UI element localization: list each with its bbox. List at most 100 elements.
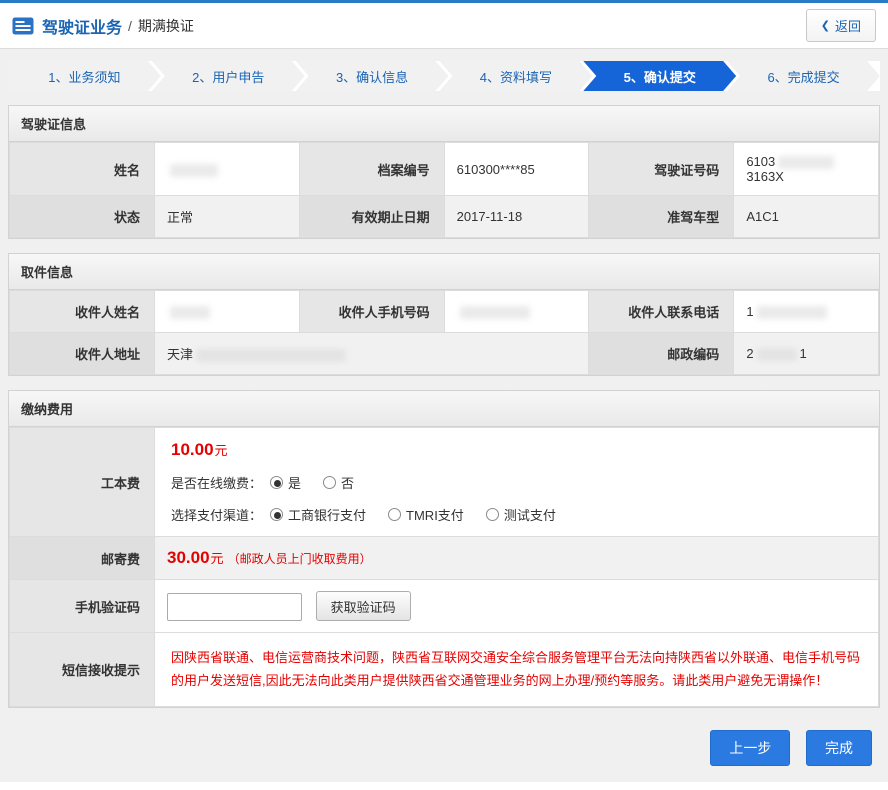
channel-icbc-label: 工商银行支付 xyxy=(288,505,366,524)
step-wizard: 1、业务须知 2、用户申告 3、确认信息 4、资料填写 5、确认提交 6、完成提… xyxy=(8,61,880,91)
production-fee-cell: 10.00元 是否在线缴费： 是 否 选择支付渠道： xyxy=(155,428,879,537)
step-tab-4-fill-info[interactable]: 4、资料填写 xyxy=(439,61,592,91)
redacted-text xyxy=(170,306,210,319)
radio-checked-icon xyxy=(270,508,283,521)
page-header: 驾驶证业务 / 期满换证 ❮ 返回 xyxy=(0,3,888,49)
table-row: 邮寄费 30.00元（邮政人员上门收取费用） xyxy=(10,537,879,580)
channel-test-radio[interactable]: 测试支付 xyxy=(486,505,556,524)
step-tab-6-complete[interactable]: 6、完成提交 xyxy=(727,61,880,91)
radio-checked-icon xyxy=(270,476,283,489)
recipient-address-prefix: 天津 xyxy=(167,347,193,362)
license-info-card: 驾驶证信息 姓名 档案编号 610300****85 驾驶证号码 6103316… xyxy=(8,105,880,239)
captcha-label: 手机验证码 xyxy=(10,580,155,633)
sms-notice-label: 短信接收提示 xyxy=(10,633,155,707)
back-button[interactable]: ❮ 返回 xyxy=(806,9,876,42)
online-pay-no-label: 否 xyxy=(341,473,354,492)
captcha-input[interactable] xyxy=(167,593,302,621)
status-value: 正常 xyxy=(155,196,300,238)
mail-fee-unit: 元 xyxy=(211,551,224,566)
table-row: 手机验证码 获取验证码 xyxy=(10,580,879,633)
status-label: 状态 xyxy=(10,196,155,238)
step-tab-3-confirm-info[interactable]: 3、确认信息 xyxy=(296,61,449,91)
license-number-value: 61033163X xyxy=(734,143,879,196)
channel-tmri-radio[interactable]: TMRI支付 xyxy=(388,505,464,524)
license-number-label: 驾驶证号码 xyxy=(589,143,734,196)
step-tab-1-notice[interactable]: 1、业务须知 xyxy=(8,61,161,91)
vehicle-class-label: 准驾车型 xyxy=(589,196,734,238)
redacted-text xyxy=(757,348,797,361)
complete-button[interactable]: 完成 xyxy=(806,730,872,766)
table-row: 短信接收提示 因陕西省联通、电信运营商技术问题，陕西省互联网交通安全综合服务管理… xyxy=(10,633,879,707)
page-subtitle: 期满换证 xyxy=(138,16,194,36)
license-number-suffix: 3163X xyxy=(746,169,784,184)
step-tab-5-confirm-submit[interactable]: 5、确认提交 xyxy=(583,61,736,91)
step-tab-2-declaration[interactable]: 2、用户申告 xyxy=(152,61,305,91)
postal-code-prefix: 2 xyxy=(746,346,753,361)
online-pay-yes-radio[interactable]: 是 xyxy=(270,473,301,492)
mail-fee-label: 邮寄费 xyxy=(10,537,155,580)
redacted-text xyxy=(757,306,827,319)
recipient-name-label: 收件人姓名 xyxy=(10,291,155,333)
recipient-phone-value: 1 xyxy=(734,291,879,333)
step-label: 2、用户申告 xyxy=(192,67,264,86)
table-row: 工本费 10.00元 是否在线缴费： 是 否 选 xyxy=(10,428,879,537)
sms-notice-text: 因陕西省联通、电信运营商技术问题，陕西省互联网交通安全综合服务管理平台无法向持陕… xyxy=(167,644,866,695)
footer-actions: 上一步 完成 xyxy=(0,722,888,766)
captcha-cell: 获取验证码 xyxy=(155,580,879,633)
step-label: 6、完成提交 xyxy=(767,67,839,86)
license-number-prefix: 6103 xyxy=(746,154,775,169)
channel-test-label: 测试支付 xyxy=(504,505,556,524)
online-pay-question: 是否在线缴费： xyxy=(171,473,262,492)
payment-channel-row: 选择支付渠道： 工商银行支付 TMRI支付 测试支付 xyxy=(171,505,862,524)
file-number-label: 档案编号 xyxy=(299,143,444,196)
recipient-address-value: 天津 xyxy=(155,333,589,375)
redacted-text xyxy=(170,164,218,177)
online-pay-yes-label: 是 xyxy=(288,473,301,492)
fees-card: 缴纳费用 工本费 10.00元 是否在线缴费： 是 否 xyxy=(8,390,880,708)
recipient-phone-prefix: 1 xyxy=(746,304,753,319)
table-row: 收件人姓名 收件人手机号码 收件人联系电话 1 xyxy=(10,291,879,333)
name-label: 姓名 xyxy=(10,143,155,196)
recipient-phone-label: 收件人联系电话 xyxy=(589,291,734,333)
radio-unchecked-icon xyxy=(486,508,499,521)
previous-step-button[interactable]: 上一步 xyxy=(710,730,790,766)
chevron-left-icon: ❮ xyxy=(821,19,830,32)
get-captcha-button[interactable]: 获取验证码 xyxy=(316,591,411,621)
online-pay-no-radio[interactable]: 否 xyxy=(323,473,354,492)
production-fee-unit: 元 xyxy=(215,443,228,458)
pickup-info-card: 取件信息 收件人姓名 收件人手机号码 收件人联系电话 1 收件人地址 天津 邮政… xyxy=(8,253,880,376)
redacted-text xyxy=(196,349,346,362)
vehicle-class-value: A1C1 xyxy=(734,196,879,238)
back-button-label: 返回 xyxy=(835,16,861,35)
recipient-name-value xyxy=(155,291,300,333)
fees-title: 缴纳费用 xyxy=(9,391,879,427)
bottom-strip xyxy=(0,782,888,790)
redacted-text xyxy=(778,156,834,169)
postal-code-suffix: 1 xyxy=(800,346,807,361)
radio-unchecked-icon xyxy=(323,476,336,489)
table-row: 状态 正常 有效期止日期 2017-11-18 准驾车型 A1C1 xyxy=(10,196,879,238)
production-fee-label: 工本费 xyxy=(10,428,155,537)
redacted-text xyxy=(460,306,530,319)
license-info-title: 驾驶证信息 xyxy=(9,106,879,142)
mail-fee-note: （邮政人员上门收取费用） xyxy=(228,552,372,566)
radio-unchecked-icon xyxy=(388,508,401,521)
file-number-value: 610300****85 xyxy=(444,143,589,196)
license-info-table: 姓名 档案编号 610300****85 驾驶证号码 61033163X 状态 … xyxy=(9,142,879,238)
step-label: 4、资料填写 xyxy=(480,67,552,86)
postal-code-label: 邮政编码 xyxy=(589,333,734,375)
recipient-mobile-label: 收件人手机号码 xyxy=(299,291,444,333)
channel-question: 选择支付渠道： xyxy=(171,505,262,524)
production-fee-amount-line: 10.00元 xyxy=(171,440,862,460)
expiry-value: 2017-11-18 xyxy=(444,196,589,238)
channel-tmri-label: TMRI支付 xyxy=(406,505,464,524)
expiry-label: 有效期止日期 xyxy=(299,196,444,238)
pickup-info-title: 取件信息 xyxy=(9,254,879,290)
sms-notice-cell: 因陕西省联通、电信运营商技术问题，陕西省互联网交通安全综合服务管理平台无法向持陕… xyxy=(155,633,879,707)
step-label: 5、确认提交 xyxy=(624,67,696,86)
license-service-icon xyxy=(12,17,34,35)
channel-icbc-radio[interactable]: 工商银行支付 xyxy=(270,505,366,524)
postal-code-value: 21 xyxy=(734,333,879,375)
mail-fee-cell: 30.00元（邮政人员上门收取费用） xyxy=(155,537,879,580)
page-title: 驾驶证业务 xyxy=(42,14,122,38)
